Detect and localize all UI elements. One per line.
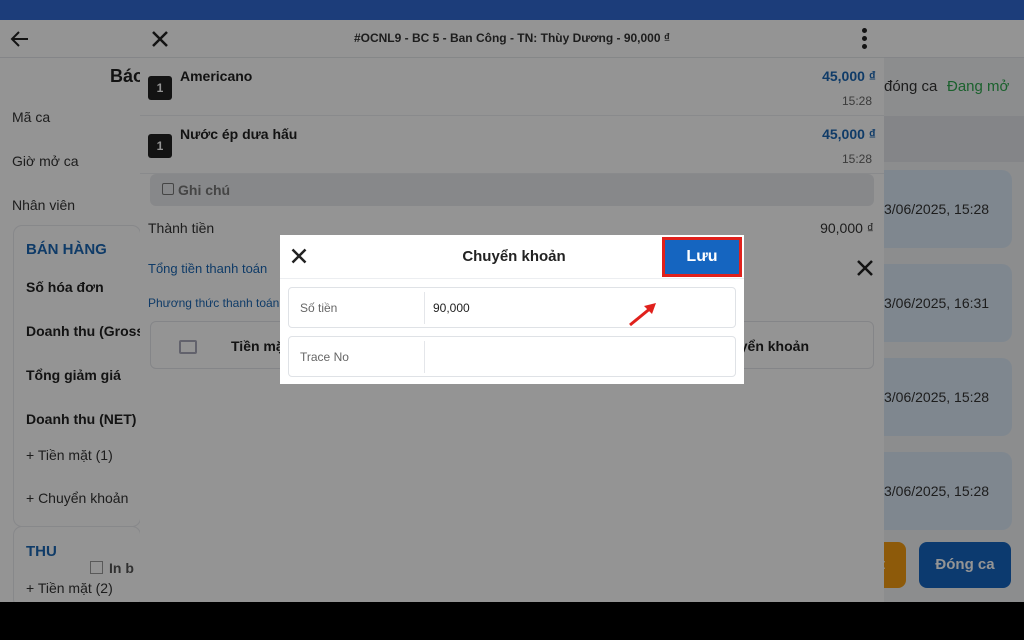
- divider: [280, 278, 744, 279]
- trace-no-field[interactable]: Trace No: [288, 336, 736, 377]
- trace-no-field-label: Trace No: [300, 350, 349, 364]
- amount-field-label: Số tiền: [300, 301, 338, 315]
- amount-field[interactable]: Số tiền 90,000: [288, 287, 736, 328]
- save-button[interactable]: Lưu: [662, 237, 742, 277]
- amount-input[interactable]: 90,000: [433, 301, 470, 315]
- annotation-arrow-icon: [629, 303, 656, 327]
- field-divider: [424, 292, 425, 324]
- transfer-dialog: Chuyển khoản Lưu Số tiền 90,000 Trace No: [280, 235, 744, 384]
- field-divider: [424, 341, 425, 373]
- system-status-bar: [0, 0, 1024, 20]
- app-window: Báo Mã ca Giờ mở ca Nhân viên BÁN HÀNG S…: [0, 20, 1024, 602]
- bottom-bar: [0, 602, 1024, 640]
